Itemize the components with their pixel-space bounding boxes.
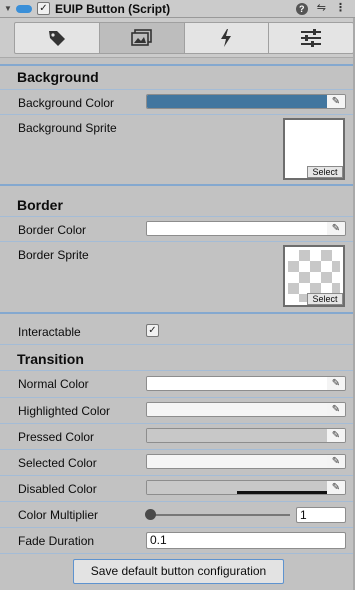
row-color-multiplier: Color Multiplier 1 [0, 502, 355, 528]
header-icons: ? ⇋ ⋮ [295, 2, 346, 15]
border-sprite-select-button[interactable]: Select [307, 293, 343, 305]
row-background-sprite: Background Sprite Select [0, 115, 355, 183]
border-color-label: Border Color [18, 223, 87, 237]
foldout-arrow-icon[interactable]: ▼ [1, 4, 15, 13]
separator [0, 184, 355, 186]
color-multiplier-slider[interactable] [150, 514, 290, 516]
fade-duration-label: Fade Duration [18, 534, 95, 548]
section-title-border: Border [17, 197, 63, 213]
eyedropper-icon[interactable]: ✎ [327, 429, 345, 442]
separator [0, 64, 355, 66]
highlighted-color-label: Highlighted Color [18, 404, 111, 418]
border-color-swatch[interactable] [147, 222, 327, 235]
selected-color-swatch[interactable] [147, 455, 327, 468]
background-sprite-select-button[interactable]: Select [307, 166, 343, 178]
component-enabled-checkbox[interactable]: ✓ [37, 2, 50, 15]
background-color-swatch[interactable] [147, 95, 327, 108]
section-title-background: Background [17, 69, 99, 85]
color-multiplier-label: Color Multiplier [18, 508, 99, 522]
interactable-label: Interactable [18, 325, 81, 339]
disabled-color-label: Disabled Color [18, 482, 97, 496]
alpha-bar [237, 491, 327, 494]
eyedropper-icon[interactable]: ✎ [327, 95, 345, 108]
border-color-field[interactable]: ✎ [146, 221, 346, 236]
eyedropper-icon[interactable]: ✎ [327, 481, 345, 494]
check-icon: ✓ [148, 324, 157, 336]
selected-color-label: Selected Color [18, 456, 97, 470]
eyedropper-icon[interactable]: ✎ [327, 377, 345, 390]
normal-color-swatch[interactable] [147, 377, 327, 390]
background-sprite-field[interactable]: Select [283, 118, 345, 180]
pressed-color-field[interactable]: ✎ [146, 428, 346, 443]
separator [0, 344, 355, 345]
image-icon [130, 29, 152, 46]
row-interactable: Interactable ✓ [0, 319, 355, 343]
row-background-color: Background Color ✎ [0, 90, 355, 114]
highlighted-color-field[interactable]: ✎ [146, 402, 346, 417]
pressed-color-swatch[interactable] [147, 429, 327, 442]
row-disabled-color: Disabled Color ✎ [0, 476, 355, 502]
check-icon: ✓ [39, 2, 48, 14]
eyedropper-icon[interactable]: ✎ [327, 403, 345, 416]
component-title: EUIP Button (Script) [55, 1, 171, 16]
color-multiplier-slider-thumb[interactable] [145, 509, 156, 520]
row-highlighted-color: Highlighted Color ✎ [0, 398, 355, 424]
row-border-sprite: Border Sprite Select [0, 242, 355, 310]
eyedropper-icon[interactable]: ✎ [327, 222, 345, 235]
row-selected-color: Selected Color ✎ [0, 450, 355, 476]
save-default-config-button[interactable]: Save default button configuration [73, 559, 284, 584]
tab-settings[interactable] [269, 23, 353, 53]
tag-icon [48, 31, 65, 46]
separator [0, 553, 355, 554]
background-sprite-label: Background Sprite [18, 121, 117, 135]
normal-color-label: Normal Color [18, 377, 89, 391]
row-border-color: Border Color ✎ [0, 217, 355, 241]
sliders-icon [301, 29, 322, 47]
tab-group [14, 22, 354, 54]
row-pressed-color: Pressed Color ✎ [0, 424, 355, 450]
background-color-field[interactable]: ✎ [146, 94, 346, 109]
tab-events[interactable] [185, 23, 270, 53]
fade-duration-input[interactable]: 0.1 [146, 532, 346, 549]
row-fade-duration: Fade Duration 0.1 [0, 528, 355, 554]
color-multiplier-input[interactable]: 1 [296, 507, 346, 523]
component-header: ▼ ✓ EUIP Button (Script) ? ⇋ ⋮ [0, 0, 355, 18]
eyedropper-icon[interactable]: ✎ [327, 455, 345, 468]
highlighted-color-swatch[interactable] [147, 403, 327, 416]
tab-tag[interactable] [15, 23, 100, 53]
help-icon[interactable]: ? [295, 2, 308, 15]
lightning-icon [221, 29, 232, 47]
disabled-color-field[interactable]: ✎ [146, 480, 346, 495]
tab-image[interactable] [99, 23, 185, 53]
pressed-color-label: Pressed Color [18, 430, 95, 444]
separator [0, 312, 355, 314]
normal-color-field[interactable]: ✎ [146, 376, 346, 391]
script-icon [16, 4, 32, 13]
row-normal-color: Normal Color ✎ [0, 371, 355, 397]
interactable-checkbox[interactable]: ✓ [146, 324, 159, 337]
tab-bar [0, 18, 355, 58]
more-icon[interactable]: ⋮ [335, 3, 346, 14]
border-sprite-field[interactable]: Select [283, 245, 345, 307]
background-color-label: Background Color [18, 96, 115, 110]
selected-color-field[interactable]: ✎ [146, 454, 346, 469]
border-sprite-label: Border Sprite [18, 248, 89, 262]
section-title-transition: Transition [17, 351, 84, 367]
preset-icon[interactable]: ⇋ [317, 3, 326, 14]
